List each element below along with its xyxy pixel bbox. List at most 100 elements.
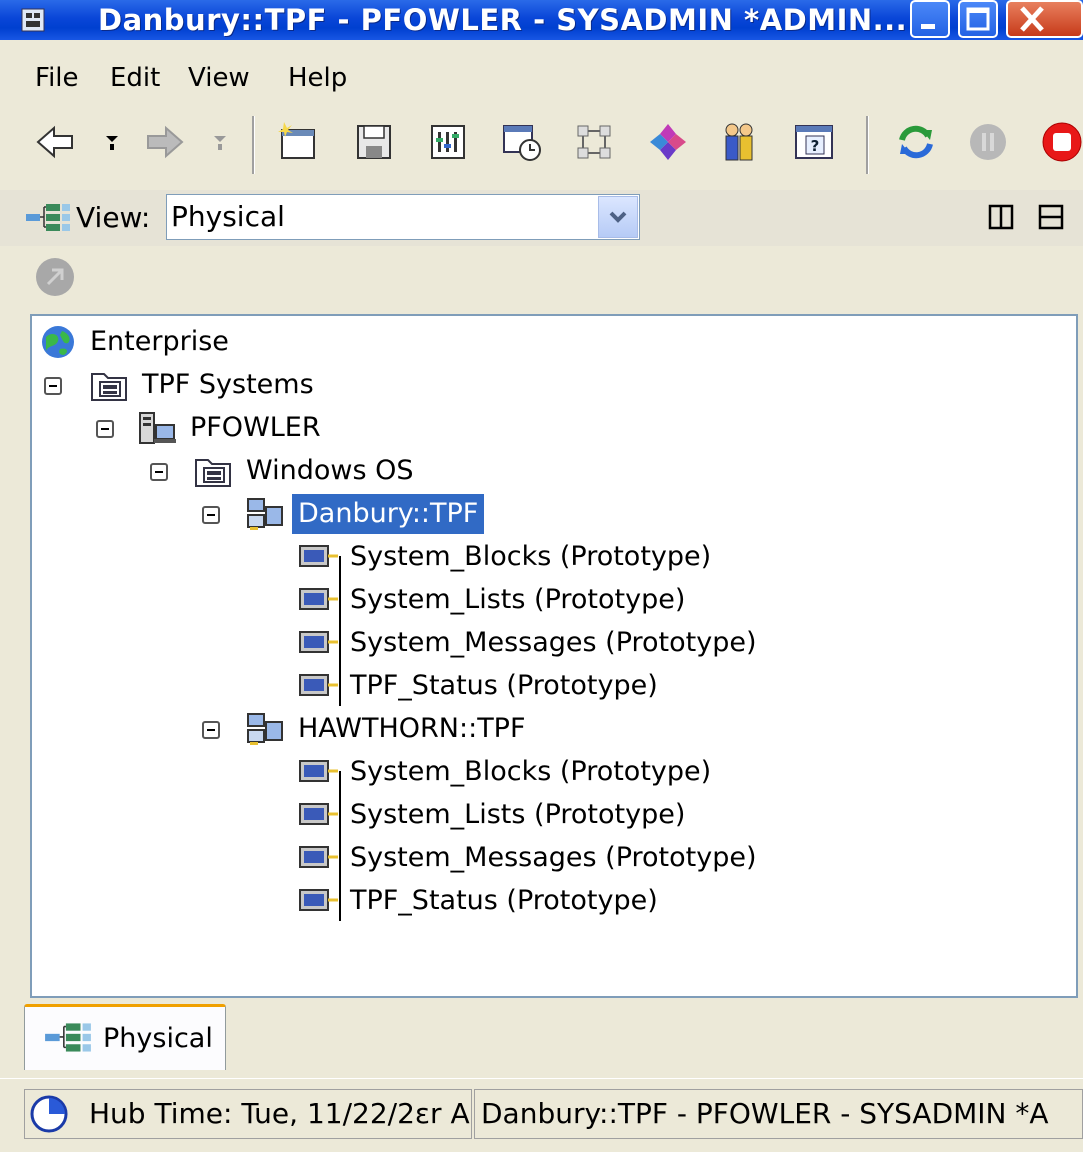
tree-node-label: HAWTHORN::TPF <box>298 713 526 744</box>
tree-node-label: Danbury::TPF <box>290 493 486 535</box>
workspace-icon <box>299 846 338 868</box>
view-label: View: <box>76 201 151 234</box>
toolbar-separator <box>252 116 255 174</box>
properties-icon[interactable] <box>426 120 470 164</box>
status-context: Danbury::TPF - PFOWLER - SYSADMIN *A <box>474 1089 1083 1139</box>
toolbar: ? <box>0 98 1083 190</box>
tree-node-workspace[interactable]: TPF_Status (Prototype) <box>298 666 798 706</box>
tree-node-workspace[interactable]: System_Messages (Prototype) <box>298 623 798 663</box>
app-icon[interactable] <box>20 7 46 33</box>
toolbar-separator <box>866 116 869 174</box>
launch-icon[interactable] <box>34 256 76 298</box>
close-icon <box>1020 6 1044 32</box>
history-icon[interactable] <box>500 120 544 164</box>
tree-node-tpf-systems[interactable]: TPF Systems <box>90 365 490 405</box>
tree-node-host[interactable]: PFOWLER <box>138 408 538 448</box>
minimize-button[interactable] <box>910 0 950 38</box>
collapse-toggle[interactable] <box>150 463 168 481</box>
tree-node-label: PFOWLER <box>190 412 321 443</box>
tree-node-workspace[interactable]: System_Lists (Prototype) <box>298 795 798 835</box>
new-window-icon[interactable] <box>276 120 320 164</box>
tree-node-label: System_Blocks (Prototype) <box>350 756 712 787</box>
tree-node-label: Windows OS <box>246 455 414 486</box>
tree-node-workspace[interactable]: TPF_Status (Prototype) <box>298 881 798 921</box>
hierarchy-icon <box>45 1023 91 1052</box>
split-vertical-icon[interactable] <box>988 204 1014 230</box>
tab-label: Physical <box>103 1023 213 1054</box>
tree-node-workspace[interactable]: System_Lists (Prototype) <box>298 580 798 620</box>
view-dropdown-button[interactable] <box>598 196 638 238</box>
back-arrow-icon[interactable] <box>34 120 78 164</box>
forward-history-dropdown-icon[interactable] <box>208 120 232 164</box>
workspace-icon <box>299 588 338 610</box>
menu-view[interactable]: View <box>188 40 250 98</box>
pause-icon[interactable] <box>966 120 1010 164</box>
maximize-button[interactable] <box>958 0 998 38</box>
workspace-icon <box>299 889 338 911</box>
system-icon <box>247 498 283 530</box>
forward-arrow-icon[interactable] <box>142 120 186 164</box>
close-button[interactable] <box>1006 0 1083 38</box>
collapse-toggle[interactable] <box>44 377 62 395</box>
navigator-icon[interactable] <box>646 120 690 164</box>
chevron-down-icon <box>609 211 627 223</box>
navigator-tree[interactable]: Enterprise TPF Systems PFOWLER Windows O… <box>30 314 1078 998</box>
system-icon <box>247 713 283 745</box>
workflow-icon[interactable] <box>574 120 618 164</box>
tree-node-workspace[interactable]: System_Blocks (Prototype) <box>298 537 798 577</box>
tree-node-system-danbury[interactable]: Danbury::TPF <box>246 493 646 535</box>
tab-physical[interactable]: Physical <box>24 1004 226 1070</box>
window-title: Danbury::TPF - PFOWLER - SYSADMIN *ADMIN… <box>98 3 908 37</box>
title-bar: Danbury::TPF - PFOWLER - SYSADMIN *ADMIN… <box>0 0 1083 40</box>
view-bar: View: Physical <box>0 190 1083 246</box>
maximize-icon <box>966 7 990 31</box>
svg-text:?: ? <box>811 137 820 155</box>
tree-node-os[interactable]: Windows OS <box>194 451 594 491</box>
status-hub-time: Hub Time: Tue, 11/22/2ɛr A <box>24 1089 472 1139</box>
collapse-toggle[interactable] <box>202 721 220 739</box>
workspace-icon <box>299 760 338 782</box>
help-icon[interactable]: ? <box>792 120 836 164</box>
view-tab-bar: Physical <box>0 998 1083 1078</box>
globe-icon <box>42 326 74 358</box>
tree-node-label: Enterprise <box>90 326 229 357</box>
hierarchy-icon <box>26 204 70 231</box>
tree-node-enterprise[interactable]: Enterprise <box>38 322 438 362</box>
server-icon <box>139 412 176 444</box>
tree-node-label: System_Messages (Prototype) <box>350 842 757 873</box>
tree-node-label: System_Blocks (Prototype) <box>350 541 712 572</box>
view-select-value: Physical <box>171 200 285 233</box>
menu-file[interactable]: File <box>35 40 79 98</box>
menu-help[interactable]: Help <box>288 40 347 98</box>
collapse-toggle[interactable] <box>96 420 114 438</box>
back-history-dropdown-icon[interactable] <box>100 120 124 164</box>
workspace-icon <box>299 803 338 825</box>
view-select[interactable]: Physical <box>166 194 640 240</box>
save-icon[interactable] <box>352 120 396 164</box>
status-bar: Hub Time: Tue, 11/22/2ɛr A Danbury::TPF … <box>0 1078 1083 1152</box>
tree-node-workspace[interactable]: System_Messages (Prototype) <box>298 838 798 878</box>
split-horizontal-icon[interactable] <box>1038 204 1064 230</box>
users-icon[interactable] <box>718 120 762 164</box>
tree-node-label: System_Messages (Prototype) <box>350 627 757 658</box>
tree-node-label: TPF_Status (Prototype) <box>350 670 658 701</box>
workspace-icon <box>299 545 338 567</box>
stop-icon[interactable] <box>1040 120 1083 164</box>
status-context-text: Danbury::TPF - PFOWLER - SYSADMIN *A <box>481 1097 1049 1130</box>
tree-node-workspace[interactable]: System_Blocks (Prototype) <box>298 752 798 792</box>
workspace-icon <box>299 674 338 696</box>
tree-node-label: System_Lists (Prototype) <box>350 584 686 615</box>
tree-node-label: System_Lists (Prototype) <box>350 799 686 830</box>
workspace-icon <box>299 631 338 653</box>
tree-node-label: TPF Systems <box>142 369 314 400</box>
folder-icon <box>195 459 231 487</box>
menu-bar: File Edit View Help <box>0 40 1083 98</box>
collapse-toggle[interactable] <box>202 506 220 524</box>
hub-time-text: Hub Time: Tue, 11/22/2ɛr A <box>89 1097 470 1130</box>
menu-edit[interactable]: Edit <box>110 40 160 98</box>
refresh-icon[interactable] <box>894 120 938 164</box>
folder-icon <box>91 373 127 401</box>
tree-node-system-hawthorn[interactable]: HAWTHORN::TPF <box>246 709 646 749</box>
clock-icon <box>30 1095 68 1133</box>
tree-node-label: TPF_Status (Prototype) <box>350 885 658 916</box>
